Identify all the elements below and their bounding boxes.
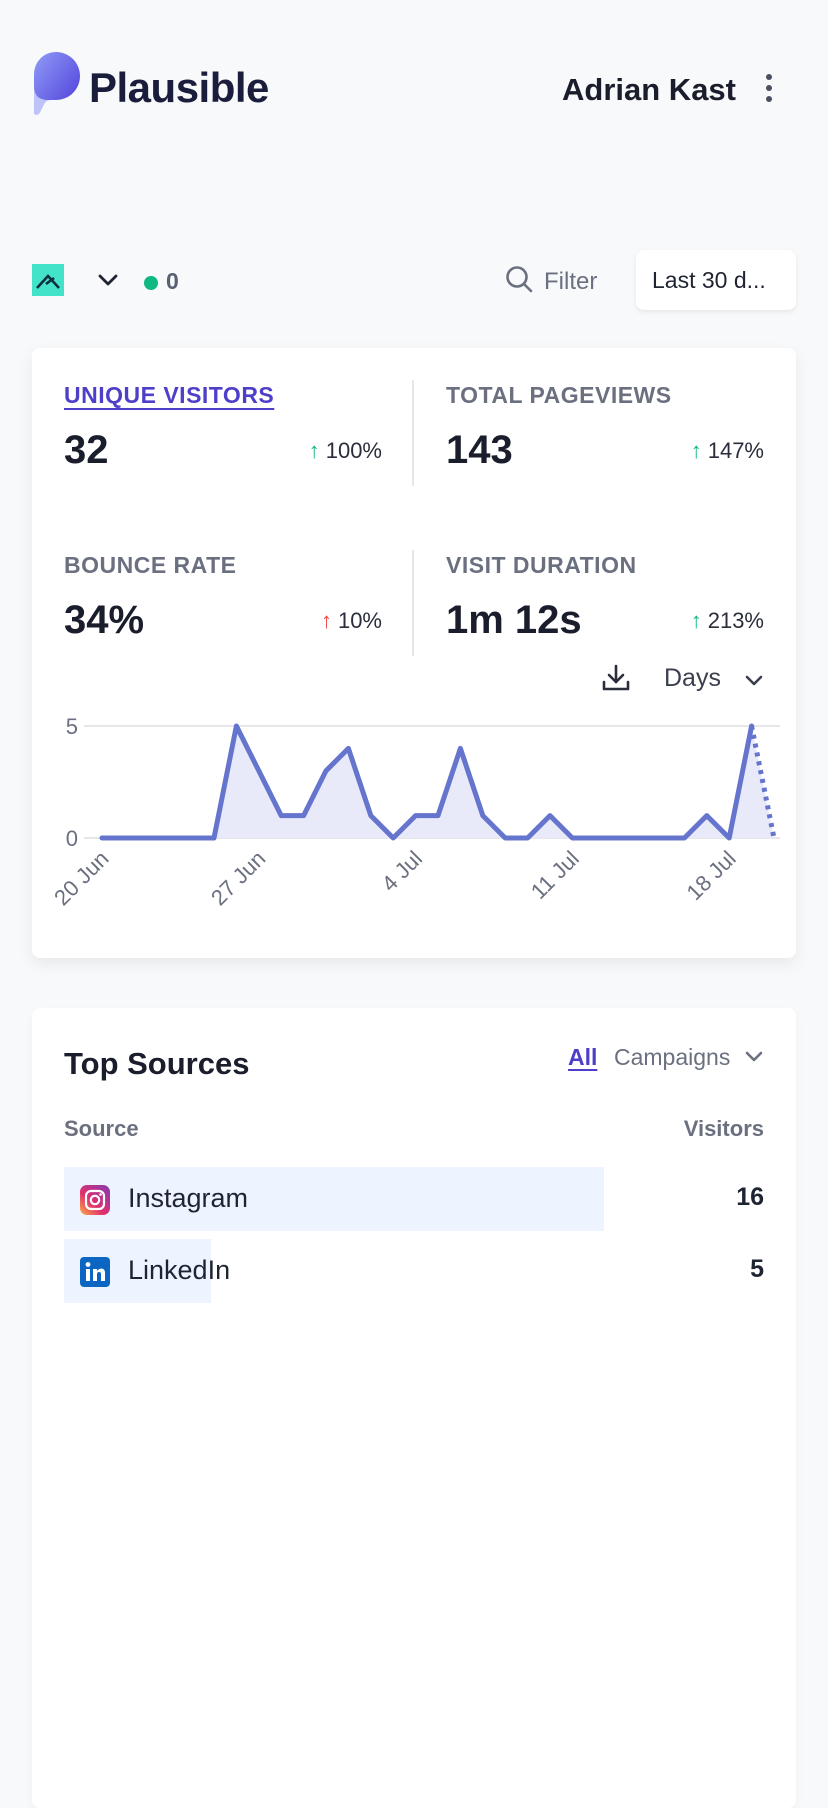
metric-divider [412, 550, 414, 656]
header: Plausible Adrian Kast [32, 50, 796, 130]
metric-label[interactable]: UNIQUE VISITORS [64, 382, 274, 409]
site-switcher-chevron-icon[interactable] [94, 266, 122, 294]
x-tick-label: 11 Jul [526, 846, 584, 904]
arrow-up-icon: ↑ [690, 438, 702, 463]
metric-value: 34% [64, 598, 145, 642]
source-visitors: 16 [736, 1183, 764, 1211]
plausible-logo-icon[interactable] [32, 50, 84, 116]
metric-label[interactable]: BOUNCE RATE [64, 552, 236, 579]
chart-area [102, 726, 774, 838]
interval-label: Days [664, 664, 721, 692]
arrow-up-icon: ↑ [690, 608, 702, 633]
column-header-source: Source [64, 1116, 139, 1141]
arrow-up-icon: ↑ [320, 608, 332, 633]
site-name[interactable]: Adrian Kast [562, 72, 736, 108]
metric-value: 143 [446, 428, 513, 472]
metric-total-pageviews[interactable]: TOTAL PAGEVIEWS 143 ↑ 147% [446, 348, 764, 472]
metric-unique-visitors[interactable]: UNIQUE VISITORS 32 ↑ 100% [64, 348, 382, 472]
chevron-down-icon[interactable] [744, 1046, 764, 1066]
source-name: Instagram [128, 1183, 249, 1213]
metric-value: 1m 12s [446, 598, 582, 642]
search-icon [506, 266, 533, 293]
x-tick-label: 4 Jul [377, 846, 428, 897]
live-indicator-dot [144, 276, 158, 290]
menu-kebab-icon[interactable] [764, 74, 774, 106]
top-sources-card: Top Sources All Campaigns Source Visitor… [32, 1008, 796, 1808]
download-icon[interactable] [600, 662, 632, 694]
dashboard-toolbar: 0 Filter Last 30 d... [32, 250, 796, 312]
interval-picker[interactable]: Days [664, 664, 763, 696]
metric-change: ↑ 213% [690, 608, 764, 633]
arrow-up-icon: ↑ [308, 438, 320, 463]
visitors-line-chart[interactable]: 0 5 20 Jun 27 Jun 4 Jul 11 Jul 18 Jul [32, 708, 796, 948]
metric-change: ↑ 100% [308, 438, 382, 463]
x-tick-label: 27 Jun [206, 846, 270, 910]
filter-label: Filter [544, 268, 598, 295]
source-name: LinkedIn [128, 1255, 231, 1285]
metric-change: ↑ 10% [320, 608, 382, 633]
top-sources-title: Top Sources [64, 1046, 250, 1081]
source-row-instagram[interactable]: Instagram 16 [64, 1167, 764, 1231]
tab-campaigns[interactable]: Campaigns [614, 1044, 730, 1071]
x-tick-label: 20 Jun [49, 846, 113, 910]
instagram-icon [80, 1185, 110, 1215]
site-favicon-icon[interactable] [32, 264, 64, 296]
linkedin-icon [80, 1257, 110, 1287]
source-visitors: 5 [750, 1255, 764, 1283]
metric-label[interactable]: TOTAL PAGEVIEWS [446, 382, 672, 409]
y-tick-label: 0 [66, 826, 78, 851]
brand-name: Plausible [89, 64, 269, 111]
chevron-down-icon [745, 675, 763, 686]
live-visitor-count[interactable]: 0 [166, 268, 179, 295]
date-range-label: Last 30 d... [652, 267, 766, 293]
column-header-visitors: Visitors [683, 1116, 764, 1141]
y-tick-label: 5 [66, 714, 78, 739]
tab-all[interactable]: All [568, 1044, 597, 1071]
metric-change: ↑ 147% [690, 438, 764, 463]
metric-value: 32 [64, 428, 109, 472]
metric-divider [412, 380, 414, 486]
date-range-picker[interactable]: Last 30 d... [636, 250, 796, 310]
source-row-linkedin[interactable]: LinkedIn 5 [64, 1239, 764, 1303]
visitors-graph-card: UNIQUE VISITORS 32 ↑ 100% TOTAL PAGEVIEWS… [32, 348, 796, 958]
metric-visit-duration[interactable]: VISIT DURATION 1m 12s ↑ 213% [446, 518, 764, 642]
metric-bounce-rate[interactable]: BOUNCE RATE 34% ↑ 10% [64, 518, 382, 642]
x-tick-label: 18 Jul [682, 846, 741, 905]
metric-label[interactable]: VISIT DURATION [446, 552, 637, 579]
